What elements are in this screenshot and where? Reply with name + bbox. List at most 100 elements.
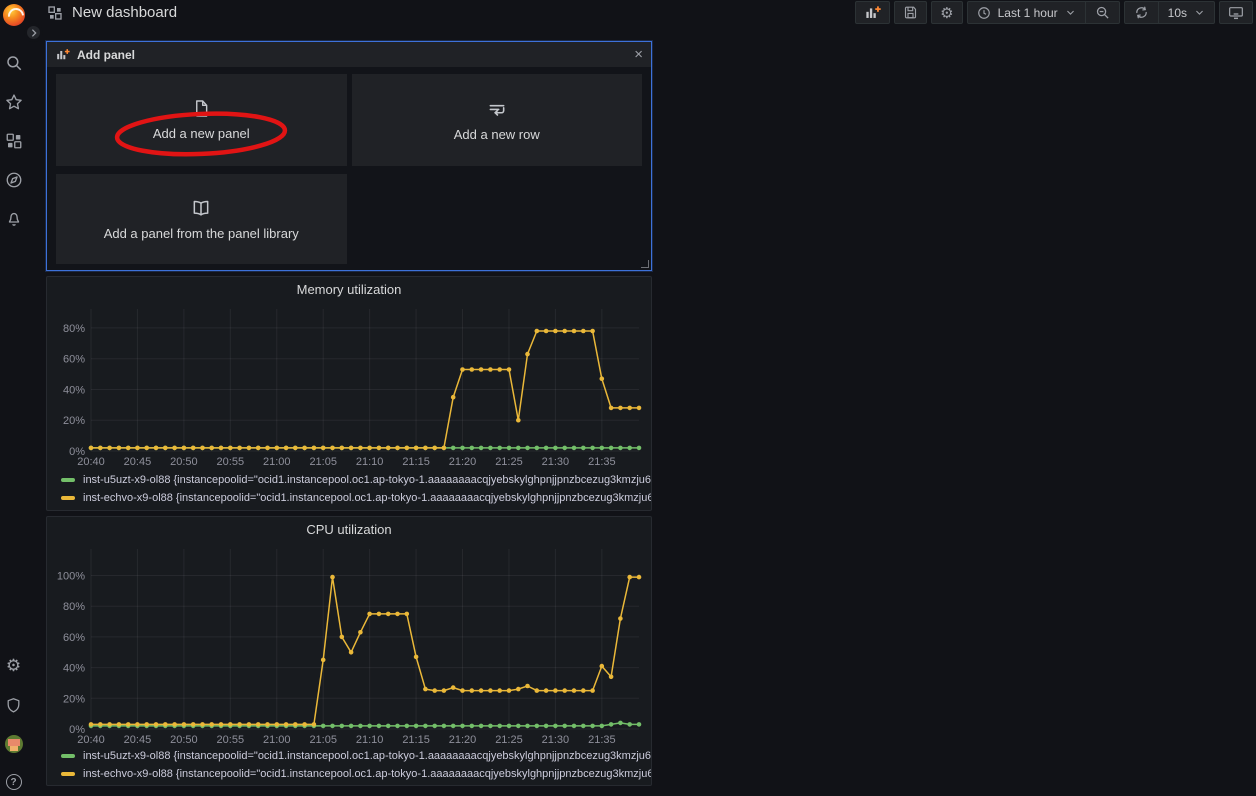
refresh-group: 10s — [1124, 1, 1215, 24]
add-new-panel-tile[interactable]: Add a new panel — [56, 74, 347, 166]
refresh-interval-picker[interactable]: 10s — [1158, 2, 1214, 23]
left-sidebar: ⚙ ? — [0, 0, 27, 796]
svg-text:40%: 40% — [63, 384, 85, 396]
help-icon[interactable]: ? — [6, 774, 22, 790]
sidebar-expand-button[interactable] — [24, 23, 43, 42]
zoom-out-time-button[interactable] — [1085, 2, 1119, 23]
svg-text:21:00: 21:00 — [263, 734, 291, 745]
svg-text:21:15: 21:15 — [402, 456, 430, 468]
memory-utilization-panel: Memory utilization 20:4020:4520:5020:552… — [46, 276, 652, 511]
refresh-interval-label: 10s — [1168, 6, 1187, 20]
svg-text:21:10: 21:10 — [356, 456, 384, 468]
alerting-bell-icon[interactable] — [5, 210, 23, 228]
chart-legend: inst-u5uzt-x9-ol88 {instancepoolid="ocid… — [47, 745, 651, 783]
svg-text:20:45: 20:45 — [124, 734, 152, 745]
svg-text:80%: 80% — [63, 601, 85, 613]
time-series-chart[interactable]: 20:4020:4520:5020:5521:0021:0521:1021:15… — [47, 543, 651, 745]
refresh-icon — [1134, 5, 1149, 20]
legend-item[interactable]: inst-u5uzt-x9-ol88 {instancepoolid="ocid… — [61, 471, 651, 489]
legend-series-name: inst-u5uzt-x9-ol88 {instancepoolid="ocid… — [83, 750, 651, 762]
svg-text:21:20: 21:20 — [449, 734, 477, 745]
explore-compass-icon[interactable] — [5, 171, 23, 189]
tv-mode-button[interactable] — [1219, 1, 1253, 24]
svg-text:60%: 60% — [63, 354, 85, 366]
chevron-down-icon — [1065, 7, 1076, 18]
star-icon[interactable] — [5, 93, 23, 111]
svg-text:21:05: 21:05 — [309, 456, 337, 468]
dialog-resize-handle[interactable] — [641, 260, 649, 268]
clock-icon — [977, 6, 991, 20]
dashboard-apps-icon — [47, 5, 63, 21]
legend-series-name: inst-echvo-x9-ol88 {instancepoolid="ocid… — [83, 768, 651, 780]
save-dashboard-button[interactable] — [894, 1, 927, 24]
page-title: New dashboard — [72, 4, 177, 21]
svg-text:21:35: 21:35 — [588, 734, 616, 745]
svg-text:0%: 0% — [69, 446, 85, 458]
user-avatar[interactable] — [5, 735, 23, 753]
svg-text:80%: 80% — [63, 323, 85, 335]
grafana-logo[interactable] — [3, 4, 25, 26]
svg-text:60%: 60% — [63, 632, 85, 644]
svg-text:20:55: 20:55 — [217, 456, 245, 468]
file-panel-icon — [192, 99, 211, 118]
legend-item[interactable]: inst-echvo-x9-ol88 {instancepoolid="ocid… — [61, 489, 651, 507]
svg-text:21:35: 21:35 — [588, 456, 616, 468]
legend-series-color — [61, 478, 75, 482]
refresh-button[interactable] — [1125, 2, 1158, 23]
tile-label: Add a panel from the panel library — [104, 226, 299, 241]
settings-gear-icon[interactable]: ⚙ — [6, 656, 21, 676]
panel-title[interactable]: Memory utilization — [47, 277, 651, 303]
time-range-picker[interactable]: Last 1 hour — [968, 2, 1085, 23]
svg-text:21:05: 21:05 — [309, 734, 337, 745]
gear-icon: ⚙ — [940, 4, 953, 22]
svg-text:100%: 100% — [57, 571, 85, 583]
svg-text:20:50: 20:50 — [170, 734, 198, 745]
add-panel-icon — [55, 48, 70, 61]
svg-text:20:45: 20:45 — [124, 456, 152, 468]
add-new-row-tile[interactable]: Add a new row — [352, 74, 643, 166]
svg-text:21:20: 21:20 — [449, 456, 477, 468]
svg-text:21:25: 21:25 — [495, 734, 523, 745]
tile-label: Add a new row — [454, 127, 540, 142]
legend-series-color — [61, 754, 75, 758]
dashboard-settings-button[interactable]: ⚙ — [931, 1, 962, 24]
legend-item[interactable]: inst-echvo-x9-ol88 {instancepoolid="ocid… — [61, 765, 651, 783]
row-layout-icon — [487, 99, 507, 119]
svg-text:0%: 0% — [69, 724, 85, 736]
chevron-down-icon — [1194, 7, 1205, 18]
svg-text:21:30: 21:30 — [542, 734, 570, 745]
legend-item[interactable]: inst-u5uzt-x9-ol88 {instancepoolid="ocid… — [61, 747, 651, 765]
svg-text:21:30: 21:30 — [542, 456, 570, 468]
add-panel-widget: Add panel × Add a new panel Add a new ro… — [46, 41, 652, 271]
dashboards-icon[interactable] — [5, 132, 23, 150]
svg-text:20%: 20% — [63, 693, 85, 705]
svg-text:21:00: 21:00 — [263, 456, 291, 468]
chevron-right-icon — [29, 28, 39, 38]
svg-text:20%: 20% — [63, 415, 85, 427]
chart-legend: inst-u5uzt-x9-ol88 {instancepoolid="ocid… — [47, 469, 651, 507]
legend-series-name: inst-u5uzt-x9-ol88 {instancepoolid="ocid… — [83, 474, 651, 486]
svg-text:20:50: 20:50 — [170, 456, 198, 468]
save-icon — [903, 5, 918, 20]
book-open-icon — [191, 198, 211, 218]
svg-text:40%: 40% — [63, 663, 85, 675]
dialog-empty-cell — [352, 174, 643, 264]
add-panel-widget-header[interactable]: Add panel × — [47, 42, 651, 67]
time-series-chart[interactable]: 20:4020:4520:5020:5521:0021:0521:1021:15… — [47, 303, 651, 469]
admin-shield-icon[interactable] — [5, 697, 22, 714]
top-navigation-bar: New dashboard ⚙ Last 1 hour — [27, 0, 1256, 25]
panel-title[interactable]: CPU utilization — [47, 517, 651, 543]
svg-text:20:55: 20:55 — [217, 734, 245, 745]
cpu-utilization-panel: CPU utilization 20:4020:4520:5020:5521:0… — [46, 516, 652, 786]
search-icon[interactable] — [5, 54, 23, 72]
svg-text:21:25: 21:25 — [495, 456, 523, 468]
add-panel-button[interactable] — [855, 1, 890, 24]
svg-text:21:15: 21:15 — [402, 734, 430, 745]
add-panel-from-library-tile[interactable]: Add a panel from the panel library — [56, 174, 347, 264]
close-icon[interactable]: × — [634, 47, 643, 62]
dialog-title: Add panel — [77, 48, 135, 62]
zoom-out-icon — [1095, 5, 1110, 20]
legend-series-name: inst-echvo-x9-ol88 {instancepoolid="ocid… — [83, 492, 651, 504]
svg-text:21:10: 21:10 — [356, 734, 384, 745]
tile-label: Add a new panel — [153, 126, 250, 141]
